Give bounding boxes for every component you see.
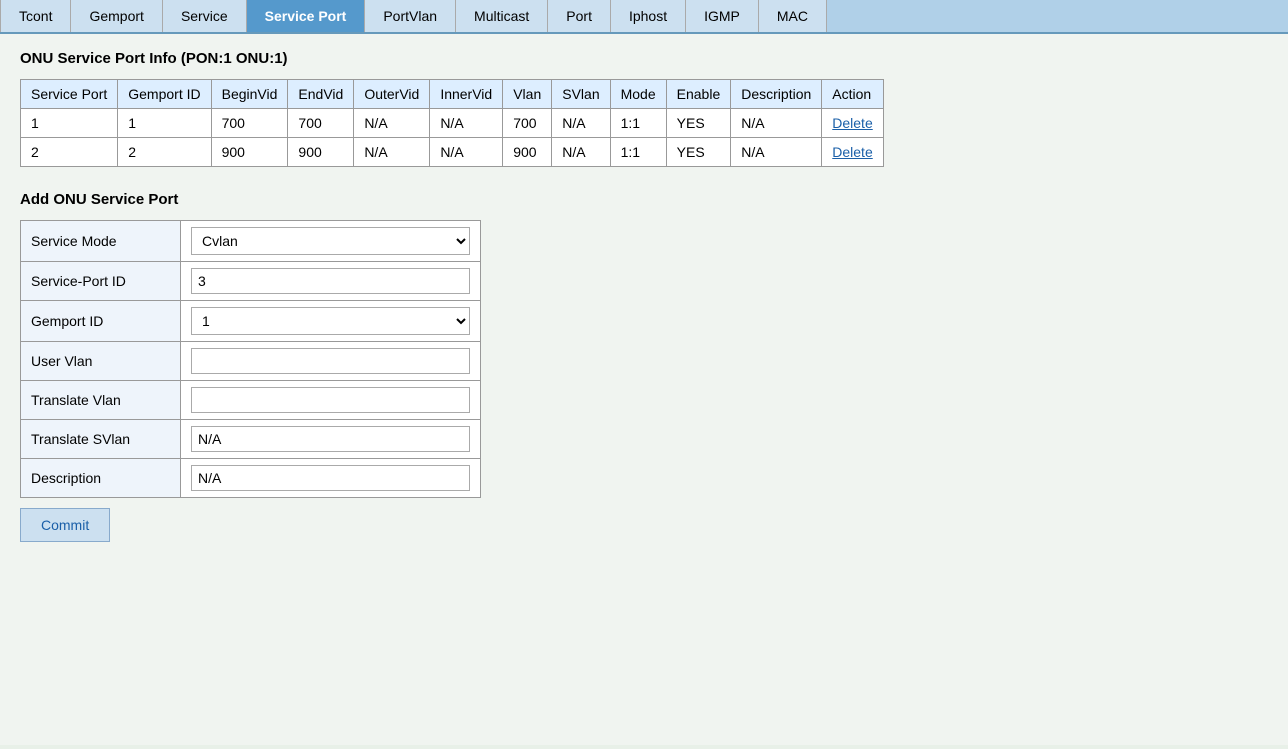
form-row-4: Translate Vlan [21, 381, 481, 420]
tab-service-port[interactable]: Service Port [247, 0, 366, 32]
cell-r1-c8: 1:1 [610, 138, 666, 167]
form-row-5: Translate SVlan [21, 420, 481, 459]
form-input-4[interactable] [191, 387, 470, 413]
form-label-6: Description [21, 459, 181, 498]
col-header-vlan: Vlan [503, 80, 552, 109]
cell-r1-c7: N/A [552, 138, 610, 167]
form-input-cell-0: CvlanSvlanTransparent [181, 221, 481, 262]
form-row-0: Service Mode CvlanSvlanTransparent [21, 221, 481, 262]
add-form-table: Service ModeCvlanSvlanTransparentService… [20, 220, 481, 498]
form-label-4: Translate Vlan [21, 381, 181, 420]
tab-tcont[interactable]: Tcont [0, 0, 71, 32]
tab-igmp[interactable]: IGMP [686, 0, 759, 32]
col-header-innervid: InnerVid [430, 80, 503, 109]
col-header-mode: Mode [610, 80, 666, 109]
cell-r0-c3: 700 [288, 109, 354, 138]
form-label-2: Gemport ID [21, 301, 181, 342]
cell-r1-c3: 900 [288, 138, 354, 167]
cell-r1-c2: 900 [211, 138, 288, 167]
tab-portvlan[interactable]: PortVlan [365, 0, 456, 32]
tab-service[interactable]: Service [163, 0, 247, 32]
service-port-table: Service PortGemport IDBeginVidEndVidOute… [20, 79, 884, 167]
commit-button[interactable]: Commit [20, 508, 110, 542]
form-input-cell-5 [181, 420, 481, 459]
cell-r1-c0: 2 [21, 138, 118, 167]
cell-r0-c0: 1 [21, 109, 118, 138]
delete-link-row-1[interactable]: Delete [822, 138, 883, 167]
cell-r0-c10: N/A [731, 109, 822, 138]
col-header-enable: Enable [666, 80, 731, 109]
tab-multicast[interactable]: Multicast [456, 0, 548, 32]
col-header-endvid: EndVid [288, 80, 354, 109]
form-label-3: User Vlan [21, 342, 181, 381]
form-input-5[interactable] [191, 426, 470, 452]
form-input-3[interactable] [191, 348, 470, 374]
form-select-0[interactable]: CvlanSvlanTransparent [191, 227, 470, 255]
cell-r0-c7: N/A [552, 109, 610, 138]
cell-r0-c8: 1:1 [610, 109, 666, 138]
cell-r0-c5: N/A [430, 109, 503, 138]
form-row-1: Service-Port ID [21, 262, 481, 301]
cell-r0-c6: 700 [503, 109, 552, 138]
form-input-cell-2: 123 [181, 301, 481, 342]
cell-r1-c6: 900 [503, 138, 552, 167]
col-header-action: Action [822, 80, 883, 109]
tab-mac[interactable]: MAC [759, 0, 827, 32]
col-header-beginvid: BeginVid [211, 80, 288, 109]
tab-port[interactable]: Port [548, 0, 611, 32]
form-input-cell-6 [181, 459, 481, 498]
form-row-3: User Vlan [21, 342, 481, 381]
form-row-6: Description [21, 459, 481, 498]
form-row-2: Gemport ID 123 [21, 301, 481, 342]
form-input-cell-4 [181, 381, 481, 420]
form-input-1[interactable] [191, 268, 470, 294]
table-row: 22900900N/AN/A900N/A1:1YESN/ADelete [21, 138, 884, 167]
cell-r0-c1: 1 [118, 109, 211, 138]
form-input-cell-3 [181, 342, 481, 381]
form-label-1: Service-Port ID [21, 262, 181, 301]
col-header-description: Description [731, 80, 822, 109]
info-section-title: ONU Service Port Info (PON:1 ONU:1) [20, 50, 1268, 67]
add-section-title: Add ONU Service Port [20, 191, 1268, 208]
col-header-gemport-id: Gemport ID [118, 80, 211, 109]
cell-r0-c2: 700 [211, 109, 288, 138]
cell-r1-c9: YES [666, 138, 731, 167]
tab-bar: TcontGemportServiceService PortPortVlanM… [0, 0, 1288, 34]
form-input-cell-1 [181, 262, 481, 301]
main-content: ONU Service Port Info (PON:1 ONU:1) Serv… [0, 34, 1288, 745]
col-header-service-port: Service Port [21, 80, 118, 109]
delete-link-row-0[interactable]: Delete [822, 109, 883, 138]
col-header-outervid: OuterVid [354, 80, 430, 109]
cell-r1-c5: N/A [430, 138, 503, 167]
table-row: 11700700N/AN/A700N/A1:1YESN/ADelete [21, 109, 884, 138]
col-header-svlan: SVlan [552, 80, 610, 109]
tab-iphost[interactable]: Iphost [611, 0, 686, 32]
tab-gemport[interactable]: Gemport [71, 0, 162, 32]
form-label-5: Translate SVlan [21, 420, 181, 459]
form-label-0: Service Mode [21, 221, 181, 262]
cell-r1-c10: N/A [731, 138, 822, 167]
cell-r0-c9: YES [666, 109, 731, 138]
form-select-2[interactable]: 123 [191, 307, 470, 335]
cell-r0-c4: N/A [354, 109, 430, 138]
cell-r1-c4: N/A [354, 138, 430, 167]
cell-r1-c1: 2 [118, 138, 211, 167]
form-input-6[interactable] [191, 465, 470, 491]
